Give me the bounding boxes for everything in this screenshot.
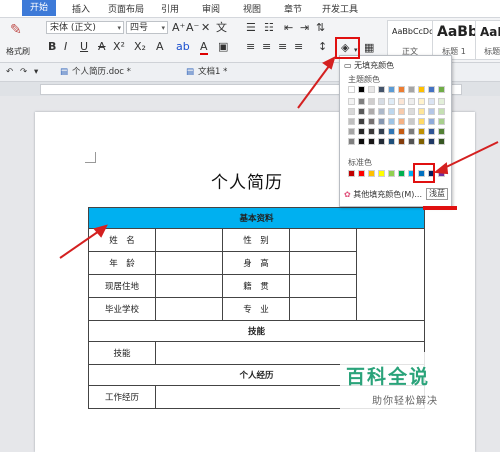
watermark-subtitle: 助你轻松解决: [372, 396, 438, 407]
watermark-title: 百科全说: [346, 366, 431, 388]
watermark: 百科全说 助你轻松解决: [340, 352, 475, 414]
arrowhead: [433, 162, 449, 175]
arrow-to-light-blue: [439, 141, 499, 171]
arrow-to-header-row: [59, 228, 103, 259]
arrow-to-fill-button: [297, 61, 333, 109]
arrowhead: [93, 224, 108, 238]
arrowhead: [322, 56, 336, 70]
